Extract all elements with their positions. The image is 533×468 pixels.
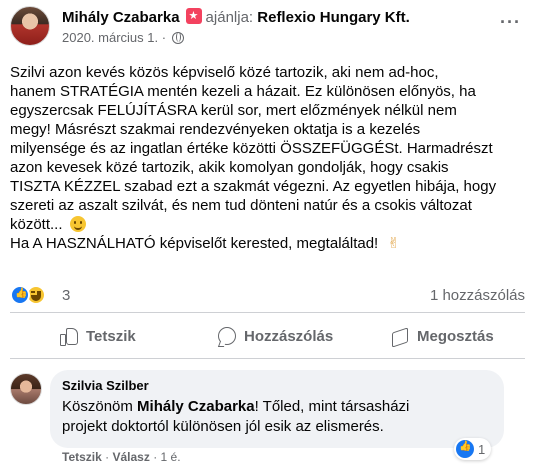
author-name[interactable]: Mihály Czabarka	[62, 9, 180, 26]
post-text-segment: Ha A HASZNÁLHATÓ képviselőt kerested, me…	[10, 235, 383, 252]
comment-action-separator: ·	[153, 450, 158, 464]
meta-separator: ·	[161, 30, 167, 45]
reactions-summary: 3 1 hozzászólás	[10, 284, 525, 306]
like-reaction-icon[interactable]	[10, 285, 30, 305]
post-date[interactable]: 2020. március 1.	[62, 30, 158, 45]
comment-bubble-icon	[218, 327, 236, 345]
post-text-line: hanem STRATÉGIA mentén kezeli a házait. …	[10, 83, 476, 100]
comment-button[interactable]: Hozzászólás	[218, 318, 333, 354]
share-button-label: Megosztás	[417, 327, 494, 345]
comment-reply-link[interactable]: Válasz	[112, 450, 149, 464]
comment-count-link[interactable]: 1 hozzászólás	[430, 287, 525, 304]
comment-like-link[interactable]: Tetszik	[62, 450, 102, 464]
like-button-label: Tetszik	[86, 327, 136, 345]
comment-button-label: Hozzászólás	[244, 327, 334, 345]
post-text: Szilvi azon kevés közös képviselő közé t…	[10, 63, 525, 253]
smile-emoji-icon	[69, 216, 86, 232]
more-options-icon[interactable]: ···	[500, 12, 521, 33]
commenter-avatar[interactable]	[10, 373, 42, 405]
post-text-segment: között...	[10, 216, 67, 233]
action-bar: Tetszik Hozzászólás Megosztás	[10, 318, 525, 354]
recommend-text: ajánlja:	[205, 9, 254, 26]
post-text-line: TISZTA KÉZZEL szabad ezt a szakmát végez…	[10, 178, 497, 195]
comment-reaction-count: 1	[478, 441, 486, 457]
post-text-line: szereti az aszalt szilvát, és nem tud dö…	[10, 197, 472, 214]
share-arrow-icon	[391, 327, 409, 345]
recommended-page-link[interactable]: Reflexio Hungary Kft.	[257, 9, 410, 26]
comment-actions: Tetszik · Válasz · 1 é.	[62, 450, 181, 464]
comment-text-line: projekt doktortól különösen jól esik az …	[62, 418, 384, 435]
comment-reaction-badge[interactable]: 1	[454, 438, 492, 460]
post-text-line: azon kevesek közé tartozik, akik komolya…	[10, 159, 449, 176]
thumbs-up-icon	[60, 327, 78, 346]
like-reaction-icon	[456, 440, 474, 458]
author-line: Mihály Czabarka ajánlja: Reflexio Hungary…	[62, 8, 410, 26]
share-button[interactable]: Megosztás	[391, 318, 494, 354]
post-meta: 2020. március 1. ·	[62, 30, 184, 45]
divider	[10, 358, 525, 359]
comment-time[interactable]: 1 é.	[161, 450, 181, 464]
post-text-line: Szilvi azon kevés közös képviselő közé t…	[10, 64, 439, 81]
comment-text-line: Köszönöm Mihály Czabarka! Tőled, mint tá…	[62, 397, 492, 417]
mention-link[interactable]: Mihály Czabarka	[137, 398, 255, 415]
victory-hand-emoji-icon: ✌	[387, 234, 400, 252]
like-button[interactable]: Tetszik	[60, 318, 136, 354]
author-avatar[interactable]	[10, 6, 50, 46]
comment-text-segment: ! Tőled, mint társasházi	[254, 398, 410, 415]
post-text-line: egyszercsak FELÚJÍTÁSRA kerül sor, mert …	[10, 102, 457, 119]
post-text-line-with-emoji: Ha A HASZNÁLHATÓ képviselőt kerested, me…	[10, 234, 525, 253]
comment-text-segment: Köszönöm	[62, 398, 138, 415]
globe-icon[interactable]	[171, 32, 184, 44]
divider	[10, 312, 525, 313]
reaction-count[interactable]: 3	[62, 287, 70, 304]
post-text-line: megy! Másrészt szakmai rendezvényeken ok…	[10, 121, 421, 138]
recommend-icon	[185, 8, 202, 24]
commenter-name[interactable]: Szilvia Szilber	[62, 378, 492, 393]
post-text-line-with-emoji: között...	[10, 215, 525, 234]
comment-bubble: Szilvia Szilber Köszönöm Mihály Czabarka…	[50, 370, 504, 448]
post-text-line: milyensége és az ingatlan értéke közötti…	[10, 140, 493, 157]
comment-action-separator: ·	[105, 450, 110, 464]
post-header: Mihály Czabarka ajánlja: Reflexio Hungary…	[10, 6, 525, 46]
